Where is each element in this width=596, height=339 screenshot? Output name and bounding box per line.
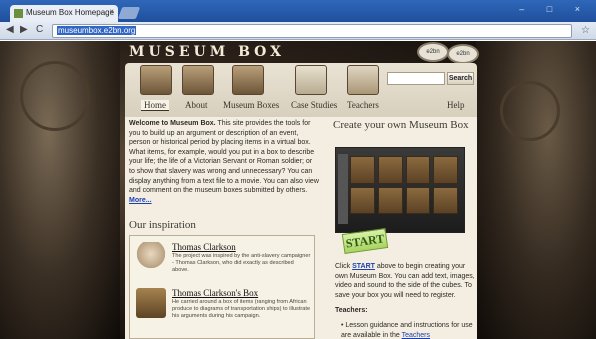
inspiration-box: Thomas Clarkson The project was inspired…: [129, 235, 315, 339]
home-nav-icon[interactable]: [140, 65, 172, 95]
intro-paragraph: Welcome to Museum Box. This site provide…: [129, 119, 319, 205]
museum-boxes-nav-icon[interactable]: [232, 65, 264, 95]
museum-box-preview[interactable]: [335, 147, 465, 233]
browser-titlebar: Museum Box Homepage × – □ ×: [0, 0, 596, 22]
bookmark-star-icon[interactable]: ☆: [581, 25, 590, 36]
tab-title: Museum Box Homepage: [26, 8, 115, 17]
case-studies-nav-icon[interactable]: [295, 65, 327, 95]
inspiration-heading: Our inspiration: [129, 219, 196, 231]
more-link[interactable]: More...: [129, 197, 152, 204]
start-link[interactable]: START: [352, 263, 375, 270]
box-cell: [377, 156, 403, 184]
site-page: MUSEUM BOX e2bn e2bn Search Home About M…: [125, 41, 479, 339]
box-cell: [433, 186, 458, 214]
back-icon[interactable]: ◀: [6, 24, 14, 35]
teachers-item: • Lesson guidance and instructions for u…: [341, 321, 475, 339]
nav-about[interactable]: About: [185, 100, 208, 110]
inspiration-title[interactable]: Thomas Clarkson's Box: [172, 288, 258, 298]
inspiration-desc: He carried around a box of items (rangin…: [172, 299, 311, 319]
nav-help[interactable]: Help: [447, 100, 465, 110]
decorative-dial: [500, 81, 560, 141]
box-cell: [405, 156, 431, 184]
create-heading: Create your own Museum Box: [333, 119, 469, 131]
main-navigation: Search Home About Museum Boxes Case Stud…: [125, 63, 477, 117]
main-content: Welcome to Museum Box. This site provide…: [125, 117, 477, 339]
address-bar[interactable]: museumbox.e2bn.org: [52, 24, 572, 38]
new-tab-button[interactable]: [117, 7, 141, 19]
nav-teachers[interactable]: Teachers: [347, 100, 379, 110]
tab-close-icon[interactable]: ×: [109, 7, 114, 16]
start-text-pre: Click: [335, 263, 353, 270]
nav-home[interactable]: Home: [141, 100, 169, 111]
portrait-thumbnail[interactable]: [136, 242, 166, 272]
box-cell: [405, 186, 431, 214]
reload-icon[interactable]: C: [36, 24, 43, 35]
partner-badge[interactable]: e2bn: [447, 44, 479, 64]
favicon-icon: [14, 9, 23, 18]
start-instructions: Click START above to begin creating your…: [335, 262, 475, 300]
teachers-heading: Teachers:: [335, 307, 368, 314]
inspiration-title[interactable]: Thomas Clarkson: [172, 242, 236, 252]
decorative-dial: [20, 61, 90, 131]
page-viewport: MUSEUM BOX e2bn e2bn Search Home About M…: [0, 41, 596, 339]
teachers-link[interactable]: Teachers: [402, 332, 430, 339]
about-nav-icon[interactable]: [182, 65, 214, 95]
box-thumbnail[interactable]: [136, 288, 166, 318]
forward-icon[interactable]: ▶: [20, 24, 28, 35]
browser-toolbar: ◀ ▶ C museumbox.e2bn.org ☆: [0, 22, 596, 40]
site-logo[interactable]: MUSEUM BOX: [129, 44, 285, 64]
box-cell: [350, 186, 375, 214]
partner-badge[interactable]: e2bn: [417, 42, 449, 62]
search-button[interactable]: Search: [447, 72, 474, 85]
intro-lead: Welcome to Museum Box.: [129, 120, 216, 127]
box-cell: [350, 156, 375, 184]
preview-toolbar: [338, 154, 348, 224]
inspiration-desc: The project was inspired by the anti-sla…: [172, 253, 311, 273]
search-input[interactable]: [387, 72, 445, 85]
box-cell: [377, 186, 403, 214]
nav-case-studies[interactable]: Case Studies: [291, 100, 337, 110]
intro-body: This site provides the tools for you to …: [129, 120, 319, 195]
teachers-nav-icon[interactable]: [347, 65, 379, 95]
box-cell: [433, 156, 458, 184]
preview-grid: [350, 156, 458, 214]
url-text: museumbox.e2bn.org: [57, 26, 137, 35]
browser-tab[interactable]: Museum Box Homepage ×: [10, 5, 118, 22]
window-controls[interactable]: – □ ×: [519, 4, 590, 14]
nav-museum-boxes[interactable]: Museum Boxes: [223, 100, 279, 110]
